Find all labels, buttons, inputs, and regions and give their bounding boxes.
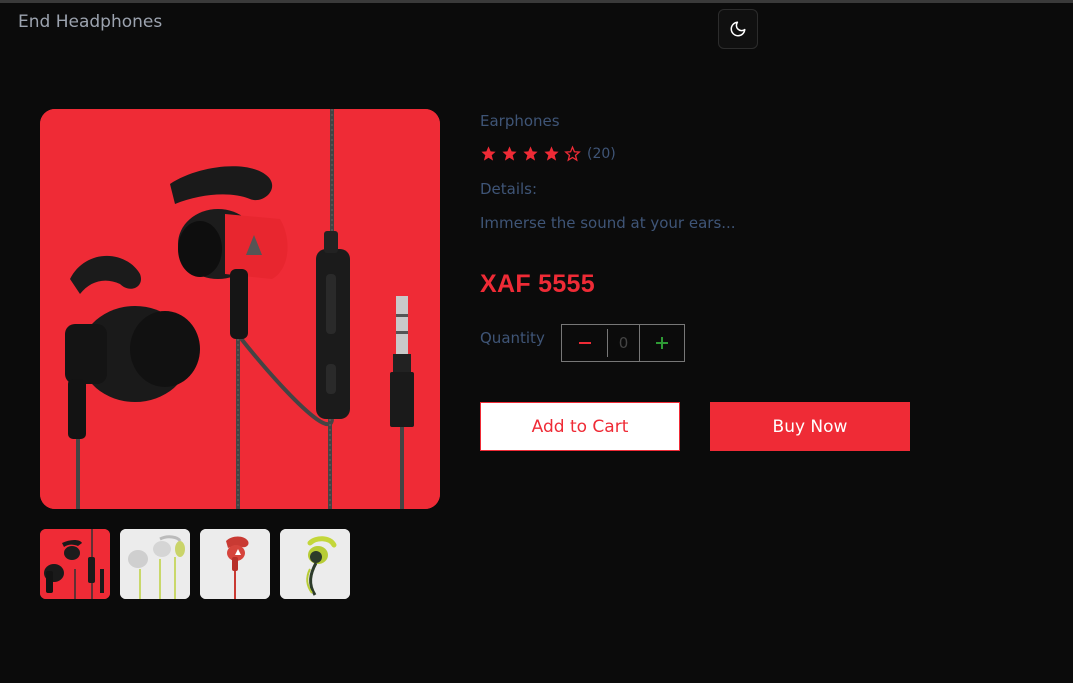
product-price: XAF 5555: [480, 270, 595, 298]
star-filled-icon: [502, 146, 517, 161]
thumbnail-4[interactable]: [280, 529, 350, 599]
product-category: Earphones: [480, 112, 560, 130]
star-filled-icon: [523, 146, 538, 161]
details-heading: Details:: [480, 180, 538, 198]
moon-icon: [730, 21, 746, 37]
brand-logo-text[interactable]: End Headphones: [18, 12, 162, 32]
add-to-cart-button[interactable]: Add to Cart: [480, 402, 680, 451]
decrease-quantity-button[interactable]: [562, 325, 607, 361]
quantity-label: Quantity: [480, 329, 545, 347]
thumbnail-2-image: [120, 529, 190, 599]
thumbnail-2[interactable]: [120, 529, 190, 599]
buy-now-button[interactable]: Buy Now: [710, 402, 910, 451]
earphones-illustration: [40, 109, 440, 509]
star-filled-icon: [544, 146, 559, 161]
quantity-value[interactable]: 0: [607, 329, 638, 357]
product-description: Immerse the sound at your ears...: [480, 214, 736, 232]
star-filled-icon: [481, 146, 496, 161]
thumbnail-3-image: [200, 529, 270, 599]
thumbnail-strip: [40, 529, 350, 599]
thumbnail-1-image: [40, 529, 110, 599]
plus-icon: [655, 337, 668, 349]
product-details: Earphones (20) Details: Immerse the soun…: [480, 112, 910, 451]
star-outline-icon: [564, 145, 581, 162]
increase-quantity-button[interactable]: [638, 325, 684, 361]
thumbnail-3[interactable]: [200, 529, 270, 599]
review-count: (20): [587, 145, 616, 162]
thumbnail-4-image: [280, 529, 350, 599]
thumbnail-1[interactable]: [40, 529, 110, 599]
theme-toggle-button[interactable]: [718, 9, 758, 49]
product-rating: (20): [480, 145, 616, 162]
window-top-border: [0, 0, 1073, 3]
product-main-image: [40, 109, 440, 509]
quantity-stepper: 0: [561, 324, 685, 362]
minus-icon: [578, 342, 591, 344]
